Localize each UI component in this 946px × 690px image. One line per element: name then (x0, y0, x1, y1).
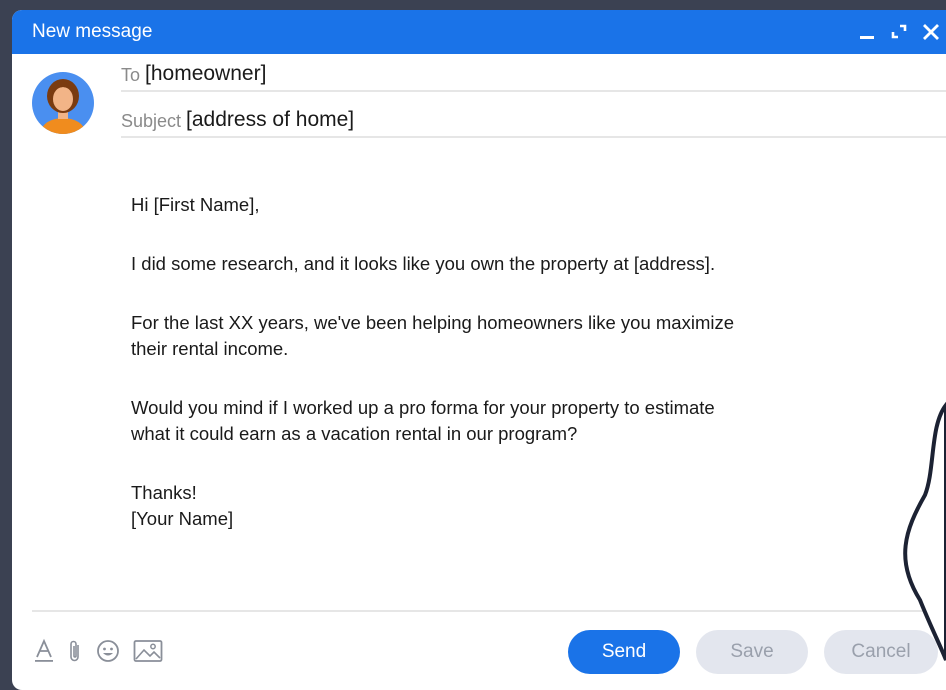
text-format-icon[interactable] (34, 638, 54, 664)
subject-field[interactable]: Subject [address of home] (121, 108, 946, 138)
compose-window: New message To [homeowner] Subject [addr… (12, 10, 946, 690)
title-bar: New message (12, 10, 946, 54)
to-value[interactable]: [homeowner] (145, 62, 266, 86)
body-paragraph-1: I did some research, and it looks like y… (131, 253, 716, 274)
close-icon[interactable] (922, 23, 940, 41)
body-paragraph-3-line-1: Would you mind if I worked up a pro form… (131, 397, 715, 418)
body-paragraph-2-line-1: For the last XX years, we've been helpin… (131, 312, 735, 333)
window-controls (858, 10, 940, 54)
body-paragraph-3-line-2: what it could earn as a vacation rental … (131, 423, 578, 444)
to-label: To (121, 65, 141, 85)
cancel-button[interactable]: Cancel (824, 630, 938, 674)
image-icon[interactable] (133, 639, 163, 663)
send-button[interactable]: Send (568, 630, 680, 674)
minimize-icon[interactable] (858, 23, 876, 41)
format-toolbar (34, 638, 163, 664)
toolbar-divider (32, 610, 946, 612)
body-paragraph-2-line-2: their rental income. (131, 338, 289, 359)
save-button[interactable]: Save (696, 630, 808, 674)
emoji-icon[interactable] (96, 639, 120, 663)
subject-value[interactable]: [address of home] (186, 108, 354, 132)
avatar (32, 72, 94, 134)
body-greeting: Hi [First Name], (131, 194, 260, 215)
body-signature: [Your Name] (131, 508, 234, 529)
body-signoff: Thanks! (131, 482, 197, 503)
paperclip-icon[interactable] (67, 638, 83, 664)
expand-icon[interactable] (890, 23, 908, 41)
to-field[interactable]: To [homeowner] (121, 62, 946, 92)
subject-label: Subject (121, 111, 182, 131)
message-body[interactable]: Hi [First Name], I did some research, an… (131, 192, 871, 532)
window-title: New message (32, 21, 153, 42)
